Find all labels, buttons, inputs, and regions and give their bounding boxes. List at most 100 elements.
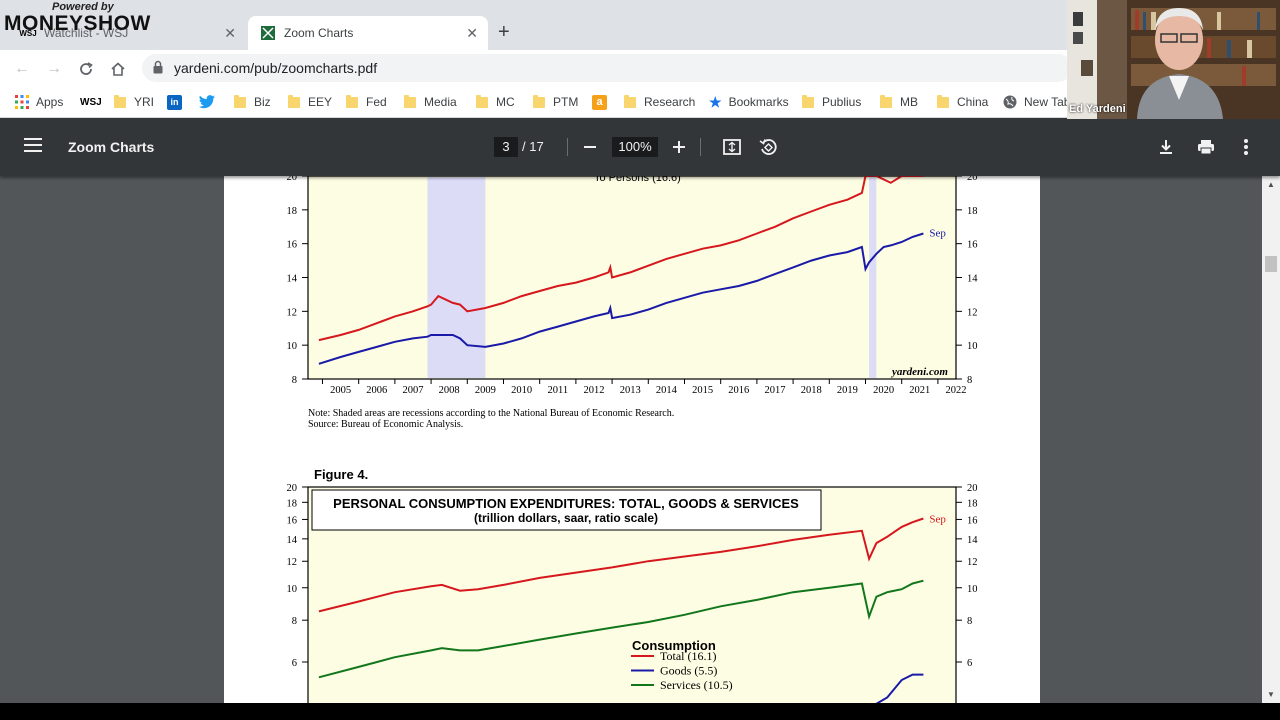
x-tick-label: 2020 (873, 385, 894, 396)
bookmark-media[interactable]: Media (404, 93, 457, 111)
pdf-toolbar: Zoom Charts 3 / 17 100% (0, 118, 1280, 176)
wsj-icon: WSJ (80, 96, 102, 108)
home-icon[interactable] (107, 58, 129, 80)
bookmark-eey[interactable]: EEY (288, 93, 332, 111)
bookmark-label: MB (900, 95, 918, 109)
zoom-level-input[interactable]: 100% (612, 137, 658, 157)
folder-icon (288, 94, 300, 108)
end-label: Sep (929, 514, 946, 526)
zoom-in-button[interactable] (667, 135, 691, 159)
globe-icon (1003, 95, 1017, 109)
folder-icon (404, 94, 416, 108)
x-tick-label: 2007 (402, 385, 423, 396)
recession-band (427, 177, 486, 378)
address-bar[interactable]: yardeni.com/pub/zoomcharts.pdf (142, 54, 1072, 82)
x-tick-label: 2014 (656, 385, 678, 396)
bookmark-biz[interactable]: Biz (234, 93, 271, 111)
y-tick-label: 8 (292, 616, 297, 627)
page-number-input[interactable]: 3 (494, 137, 518, 157)
close-icon[interactable]: ✕ (224, 25, 236, 42)
y-tick-label: 12 (967, 307, 978, 318)
bookmark-research[interactable]: Research (624, 93, 695, 111)
new-tab-button[interactable]: + (498, 22, 510, 42)
y-tick-label: 12 (287, 307, 298, 318)
bookmark-amazon[interactable]: a (592, 93, 614, 111)
bookmark-wsj[interactable]: WSJ (80, 93, 109, 111)
x-tick-label: 2017 (764, 385, 785, 396)
moneyshow-logo: Powered by MONEYSHOW (0, 0, 160, 40)
back-arrow-icon[interactable]: ← (11, 58, 33, 80)
y-tick-label: 20 (287, 483, 298, 494)
bookmark-publius[interactable]: Publius (802, 93, 861, 111)
bookmark-china[interactable]: China (937, 93, 988, 111)
rotate-button[interactable] (756, 135, 780, 159)
linkedin-icon: in (167, 94, 182, 110)
bottom-bar (0, 703, 1280, 720)
apps-grid-icon (15, 95, 29, 109)
rotate-icon (759, 139, 777, 155)
fit-page-icon (723, 139, 741, 155)
bookmark-label: Media (424, 95, 457, 109)
bookmark-fed[interactable]: Fed (346, 93, 387, 111)
y-tick-label: 6 (292, 658, 297, 669)
bookmark-label: Apps (36, 95, 64, 109)
fit-to-page-button[interactable] (720, 135, 744, 159)
bookmark-yri[interactable]: YRI (114, 93, 154, 111)
chart-source: Source: Bureau of Economic Analysis. (308, 419, 463, 430)
bookmark-mc[interactable]: MC (476, 93, 515, 111)
tab-zoom-charts[interactable]: Zoom Charts ✕ (248, 16, 488, 50)
y-tick-label: 12 (967, 557, 978, 568)
participant-name: Ed Yardeni (1069, 103, 1126, 115)
bookmark-bookmarks[interactable]: ★ Bookmarks (709, 93, 789, 111)
scroll-down-arrow-icon[interactable]: ▼ (1267, 690, 1275, 699)
y-tick-label: 18 (287, 206, 298, 217)
bookmark-twitter[interactable] (199, 93, 222, 111)
bookmark-label: YRI (134, 95, 155, 109)
y-tick-label: 12 (287, 557, 298, 568)
bookmark-label: Research (644, 95, 696, 109)
folder-icon (476, 94, 488, 108)
bookmark-label: Biz (254, 95, 271, 109)
bookmark-apps[interactable]: Apps (15, 93, 63, 111)
chart-note: Note: Shaded areas are recessions accord… (308, 408, 674, 419)
bookmark-linkedin[interactable]: in (167, 93, 189, 111)
x-tick-label: 2018 (801, 385, 822, 396)
reload-icon[interactable] (75, 58, 97, 80)
bookmark-mb[interactable]: MB (880, 93, 918, 111)
x-tick-label: 2009 (475, 385, 496, 396)
y-tick-label: 16 (967, 240, 978, 251)
scrollbar-thumb[interactable] (1265, 256, 1277, 272)
y-tick-label: 8 (967, 375, 972, 386)
tab-label: Zoom Charts (284, 26, 354, 40)
zoom-out-button[interactable] (578, 135, 602, 159)
download-button[interactable] (1154, 135, 1178, 159)
bookmark-new-tab[interactable]: New Tab (1003, 93, 1070, 111)
page-graphics: 8 810 1012 1214 1416 1618 1820 202005 2006 2007 20… (287, 176, 978, 703)
print-button[interactable] (1194, 135, 1218, 159)
vertical-scrollbar[interactable]: ▲ ▼ (1262, 176, 1280, 703)
y-tick-label: 20 (287, 176, 298, 183)
pdf-page: 8 8 10 10 12 12 14 14 16 16 18 18 20 20 2005 2006 2007 20… (224, 176, 1040, 703)
figure-label: Figure 4. (314, 467, 368, 482)
print-icon (1198, 140, 1214, 155)
y-tick-label: 14 (967, 274, 978, 285)
folder-icon (802, 94, 814, 108)
forward-arrow-icon[interactable]: → (43, 58, 65, 80)
y-tick-label: 16 (287, 240, 298, 251)
folder-icon (234, 94, 246, 108)
close-icon[interactable]: ✕ (466, 25, 478, 42)
x-tick-label: 2016 (728, 385, 749, 396)
page-count: / 17 (522, 139, 544, 154)
document-title: Zoom Charts (68, 139, 155, 155)
more-options-button[interactable] (1234, 135, 1258, 159)
bookmark-ptm[interactable]: PTM (533, 93, 578, 111)
folder-icon (624, 94, 636, 108)
scroll-up-arrow-icon[interactable]: ▲ (1267, 180, 1275, 189)
y-tick-label: 18 (967, 206, 978, 217)
x-tick-label: 2011 (547, 385, 568, 396)
chart-plot-area (307, 176, 957, 380)
menu-icon[interactable] (24, 138, 42, 152)
pdf-viewer[interactable]: 8 8 10 10 12 12 14 14 16 16 18 18 20 20 2005 2006 2007 20… (0, 176, 1262, 703)
chart-consumption: 6 6 8 8 10 10 12 12 14 14 16 16 18 18 20 20 Sep PERSONA… (287, 483, 978, 703)
y-tick-label: 10 (287, 341, 298, 352)
